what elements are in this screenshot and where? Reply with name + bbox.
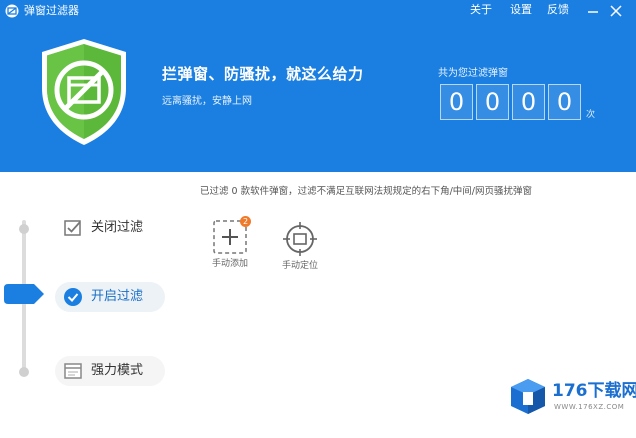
watermark: 176下载网 WWW.176XZ.COM — [508, 376, 636, 420]
title-bar[interactable]: 弹窗过滤器 关于 设置 反馈 — [0, 0, 636, 22]
watermark-text: 176下载网 — [552, 381, 636, 401]
menu-feedback[interactable]: 反馈 — [547, 3, 569, 17]
box-logo-icon — [511, 379, 545, 414]
menu-settings[interactable]: 设置 — [510, 3, 532, 17]
counter-digit: 0 — [476, 84, 509, 120]
window-icon — [64, 363, 82, 379]
menu-about[interactable]: 关于 — [470, 3, 492, 17]
checkbox-icon — [64, 220, 81, 236]
counter-digit: 0 — [512, 84, 545, 120]
slider-stop-bottom[interactable] — [19, 367, 29, 377]
slider-stop-top[interactable] — [19, 224, 29, 234]
minimize-icon[interactable] — [584, 2, 602, 20]
manual-locate-button[interactable]: 手动定位 — [270, 221, 330, 272]
app-title: 弹窗过滤器 — [24, 4, 79, 17]
filter-counter: 0 0 0 0 — [440, 84, 584, 120]
check-circle-icon — [64, 288, 82, 306]
counter-label: 共为您过滤弹窗 — [438, 68, 508, 79]
mode-label: 开启过滤 — [91, 289, 144, 304]
mode-open-filter[interactable]: 开启过滤 — [55, 282, 165, 312]
header-banner: 弹窗过滤器 关于 设置 反馈 拦弹窗、防骚扰，就这么给力 远离骚扰，安静上网 共… — [0, 0, 636, 172]
mode-label: 关闭过滤 — [91, 220, 144, 235]
subslogan: 远离骚扰，安静上网 — [162, 96, 252, 107]
tool-label: 手动添加 — [211, 259, 248, 269]
mode-label: 强力模式 — [91, 363, 144, 378]
crosshair-icon — [283, 222, 317, 256]
slogan: 拦弹窗、防骚扰，就这么给力 — [162, 65, 364, 83]
app-logo-icon — [5, 4, 19, 18]
close-icon[interactable] — [607, 2, 625, 20]
counter-unit: 次 — [586, 110, 596, 120]
tool-label: 手动定位 — [281, 261, 318, 271]
mode-slider-handle[interactable] — [4, 284, 44, 304]
app-window: 弹窗过滤器 关于 设置 反馈 拦弹窗、防骚扰，就这么给力 远离骚扰，安静上网 共… — [0, 0, 636, 438]
filter-info-text: 已过滤 0 款软件弹窗，过滤不满足互联网法规规定的右下角/中间/网页骚扰弹窗 — [200, 186, 532, 197]
counter-digit: 0 — [440, 84, 473, 120]
notification-badge: 2 — [240, 216, 251, 227]
mode-close-filter[interactable]: 关闭过滤 — [55, 213, 165, 243]
counter-digit: 0 — [548, 84, 581, 120]
mode-strong[interactable]: 强力模式 — [55, 356, 165, 386]
manual-add-button[interactable]: 2 手动添加 — [200, 216, 260, 270]
watermark-url: WWW.176XZ.COM — [554, 403, 625, 411]
shield-icon — [42, 39, 126, 145]
